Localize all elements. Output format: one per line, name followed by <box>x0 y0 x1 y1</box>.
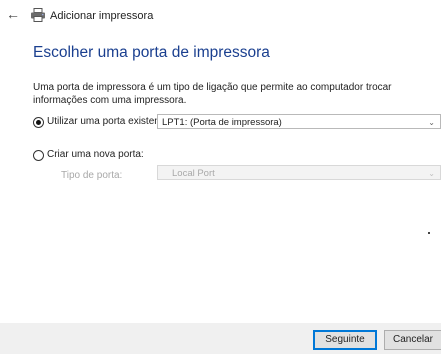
radio-existing-port-label: Utilizar uma porta existente: <box>47 116 171 127</box>
cancel-button[interactable]: Cancelar <box>384 330 441 350</box>
radio-new-port-label: Criar uma nova porta: <box>47 149 144 160</box>
chevron-down-icon: ⌄ <box>428 169 435 178</box>
printer-icon <box>30 8 46 22</box>
stray-dot <box>428 232 430 234</box>
window-title: Adicionar impressora <box>50 10 154 22</box>
existing-port-value: LPT1: (Porta de impressora) <box>162 117 282 128</box>
radio-new-port-circle[interactable] <box>33 150 44 161</box>
radio-new-port[interactable]: Criar uma nova porta: <box>33 149 148 163</box>
radio-existing-port-circle[interactable] <box>33 117 44 128</box>
back-arrow-icon[interactable]: ← <box>6 7 20 21</box>
page-description: Uma porta de impressora é um tipo de lig… <box>33 82 392 106</box>
radio-selected-dot <box>36 120 41 125</box>
port-type-select: Local Port ⌄ <box>157 165 441 180</box>
port-type-label: Tipo de porta: <box>61 170 123 181</box>
chevron-down-icon: ⌄ <box>428 118 435 127</box>
next-button[interactable]: Seguinte <box>313 330 377 350</box>
title-bar: ← Adicionar impressora <box>0 0 441 30</box>
radio-existing-port[interactable]: Utilizar uma porta existente: <box>33 116 171 130</box>
existing-port-select[interactable]: LPT1: (Porta de impressora) ⌄ <box>157 114 441 129</box>
page-heading: Escolher uma porta de impressora <box>33 44 270 61</box>
footer-bar: Seguinte Cancelar <box>0 323 441 354</box>
port-type-value: Local Port <box>172 168 215 179</box>
